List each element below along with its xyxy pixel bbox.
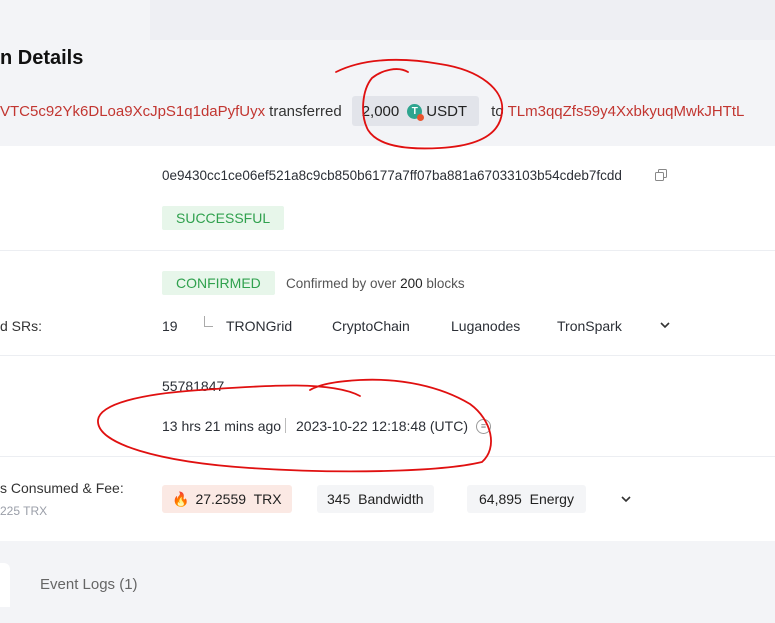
trx-fee-chip: 🔥 27.2559 TRX [162, 485, 292, 513]
tree-branch-icon [204, 316, 213, 327]
energy-chip: 64,895 Energy [467, 485, 586, 513]
bandwidth-unit: Bandwidth [358, 491, 424, 507]
energy-value: 64,895 [479, 491, 522, 507]
from-address-link[interactable]: VTC5c92Yk6DLoa9XcJpS1q1daPyfUyx [0, 103, 265, 120]
header-area: n Details VTC5c92Yk6DLoa9XcJpS1q1daPyfUy… [0, 0, 775, 146]
sr-item-tronspark[interactable]: TronSpark [557, 318, 622, 334]
confirmed-text: Confirmed by over 200 blocks [286, 276, 465, 291]
time-separator [285, 418, 286, 433]
to-address-link[interactable]: TLm3qqZfs59y4XxbkyuqMwkJHTtL [508, 103, 745, 120]
sr-item-luganodes[interactable]: Luganodes [451, 318, 520, 334]
amount-value: 2,000 [361, 102, 400, 120]
resources-fee-label: s Consumed & Fee: [0, 480, 124, 496]
row-divider [0, 355, 775, 356]
fire-icon: 🔥 [172, 491, 190, 507]
chevron-down-icon[interactable] [620, 493, 632, 505]
confirmed-count: 200 [400, 276, 423, 291]
sr-item-trongrid[interactable]: TRONGrid [226, 318, 292, 334]
trx-fee-value: 27.2559 [195, 491, 247, 507]
tab-event-logs[interactable]: Event Logs (1) [40, 576, 138, 593]
transfer-summary: VTC5c92Yk6DLoa9XcJpS1q1daPyfUyx transfer… [0, 96, 745, 126]
timestamp: 2023-10-22 12:18:48 (UTC) [296, 418, 468, 434]
resources-fee-sublabel: 225 TRX [0, 504, 48, 518]
confirmed-prefix: Confirmed by over [286, 276, 397, 291]
trx-fee-unit: TRX [253, 491, 282, 507]
row-divider [0, 250, 775, 251]
transaction-hash: 0e9430cc1ce06ef521a8c9cb850b6177a7ff07ba… [162, 168, 622, 183]
page-title: n Details [0, 47, 84, 69]
header-background-band [150, 0, 775, 40]
status-badge-confirmed: CONFIRMED [162, 271, 275, 295]
time-ago: 13 hrs 21 mins ago [162, 418, 282, 434]
sr-count: 19 [162, 318, 178, 334]
transferred-label: transferred [269, 102, 342, 120]
copy-icon[interactable] [655, 169, 667, 181]
timezone-toggle-icon[interactable]: ≡ [476, 419, 491, 434]
bandwidth-chip: 345 Bandwidth [317, 485, 434, 513]
status-badge-successful: SUCCESSFUL [162, 206, 285, 230]
to-label: to [491, 102, 504, 120]
tab-bar: Event Logs (1) [0, 541, 775, 623]
block-number-link[interactable]: 55781847 [162, 378, 224, 394]
amount-box: 2,000 T USDT [351, 96, 480, 126]
confirmed-suffix: blocks [426, 276, 465, 291]
chevron-down-icon[interactable] [659, 319, 671, 331]
row-divider [0, 456, 775, 457]
bandwidth-value: 345 [327, 491, 351, 507]
energy-unit: Energy [529, 491, 574, 507]
usdt-token-icon: T [407, 103, 425, 121]
sr-item-cryptochain[interactable]: CryptoChain [332, 318, 410, 334]
tab-active[interactable] [0, 563, 10, 607]
token-symbol-link[interactable]: USDT [426, 103, 467, 120]
srs-label: d SRs: [0, 318, 43, 334]
